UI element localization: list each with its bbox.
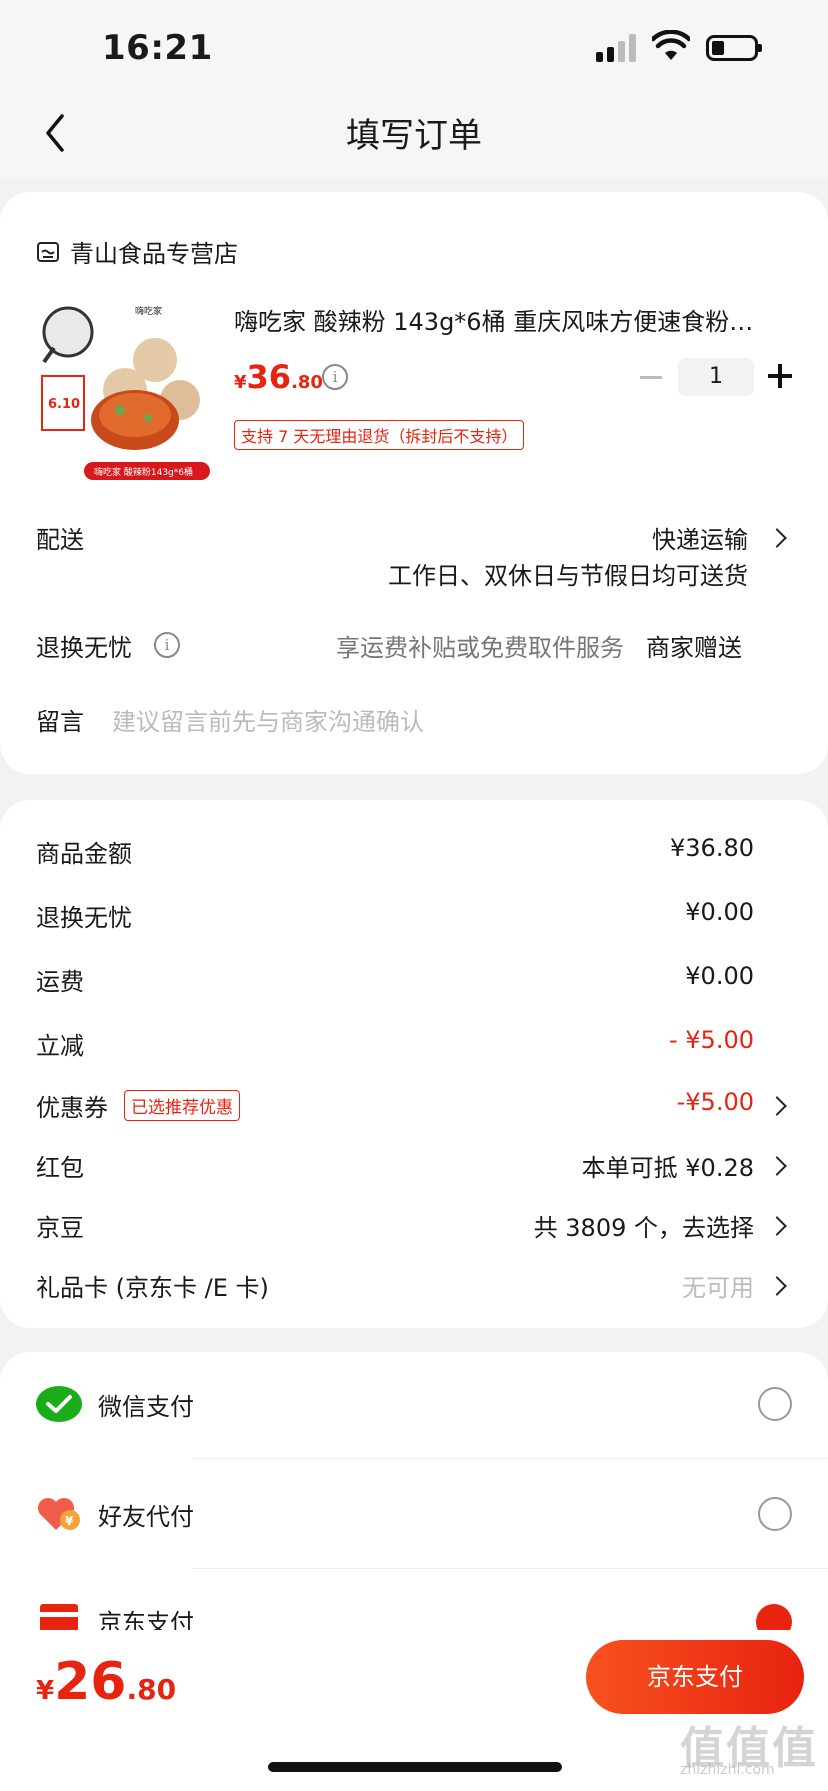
product-image[interactable]: 6.10 嗨吃家 嗨吃家 酸辣粉143g*6桶 (40, 300, 216, 482)
battery-icon (706, 35, 762, 61)
friend-pay-label: 好友代付 (98, 1502, 194, 1531)
store-name: 青山食品专营店 (70, 240, 238, 268)
worry-free-value: 商家赠送 (646, 634, 742, 662)
store-icon (37, 241, 59, 262)
cellular-signal-icon (596, 34, 638, 62)
product-title[interactable]: 嗨吃家 酸辣粉 143g*6桶 重庆风味方便速食粉… (234, 302, 790, 337)
coupon-tag: 已选推荐优惠 (124, 1090, 240, 1121)
shipping-label: 运费 (36, 968, 84, 996)
return-policy-tag: 支持 7 天无理由退货（拆封后不支持） (234, 420, 525, 450)
red-packet-label: 红包 (36, 1154, 84, 1182)
instant-discount-label: 立减 (36, 1032, 84, 1060)
status-time: 16:21 (102, 28, 213, 68)
coupon-label: 优惠券 (36, 1094, 108, 1122)
gift-card-value[interactable]: 无可用 (682, 1268, 754, 1303)
price-info-icon[interactable]: i (322, 364, 348, 390)
total-price: ¥26.80 (36, 1652, 177, 1712)
payment-option-wechat[interactable]: 微信支付 (36, 1384, 194, 1424)
coupon-value[interactable]: -¥5.00 (677, 1088, 754, 1116)
svg-text:¥: ¥ (65, 1514, 74, 1528)
delivery-note: 工作日、双休日与节假日均可送货 (388, 562, 748, 590)
jd-bean-value[interactable]: 共 3809 个，去选择 (534, 1208, 754, 1243)
quantity-minus-button[interactable] (640, 376, 662, 379)
delivery-label: 配送 (36, 526, 84, 554)
jd-bean-label: 京豆 (36, 1214, 84, 1242)
message-input[interactable]: 建议留言前先与商家沟通确认 (112, 702, 424, 737)
worry-free-fee-value: ¥0.00 (685, 898, 754, 926)
red-packet-value[interactable]: 本单可抵 ¥0.28 (582, 1148, 754, 1183)
message-label: 留言 (36, 708, 84, 736)
home-indicator[interactable] (268, 1762, 562, 1772)
order-info-card (0, 192, 828, 774)
worry-free-desc: 享运费补贴或免费取件服务 (336, 634, 624, 662)
goods-amount-label: 商品金额 (36, 840, 132, 868)
goods-amount-value: ¥36.80 (670, 834, 754, 862)
friend-pay-radio[interactable] (758, 1497, 792, 1531)
worry-free-info-icon[interactable]: i (154, 632, 180, 658)
instant-discount-value: - ¥5.00 (669, 1026, 754, 1054)
payment-option-friend[interactable]: ¥ 好友代付 (36, 1494, 194, 1534)
payment-divider (192, 1458, 828, 1459)
image-badge-price: 6.10 (48, 397, 80, 412)
store-header[interactable]: 青山食品专营店 (36, 234, 238, 269)
wifi-icon (652, 30, 690, 60)
friend-pay-icon: ¥ (38, 1498, 80, 1530)
wechat-pay-label: 微信支付 (98, 1392, 194, 1421)
wechat-pay-icon (36, 1386, 82, 1422)
price-summary-card (0, 800, 828, 1328)
quantity-input[interactable]: 1 (678, 358, 754, 396)
shipping-value: ¥0.00 (685, 962, 754, 990)
product-price: ¥36.80 (234, 358, 323, 396)
page-title: 填写订单 (346, 116, 482, 156)
delivery-method[interactable]: 快递运输 (652, 520, 748, 555)
gift-card-label: 礼品卡 (京东卡 /E 卡) (36, 1274, 269, 1302)
worry-free-fee-label: 退换无忧 (36, 904, 132, 932)
pay-button[interactable]: 京东支付 (586, 1640, 804, 1714)
quantity-plus-button[interactable] (768, 364, 792, 388)
wechat-pay-radio[interactable] (758, 1387, 792, 1421)
worry-free-label: 退换无忧 (36, 634, 132, 662)
watermark-url: zhizhizhi.com (680, 1762, 775, 1778)
image-brand: 嗨吃家 (135, 305, 162, 317)
payment-divider (192, 1568, 828, 1569)
image-caption: 嗨吃家 酸辣粉143g*6桶 (94, 466, 193, 478)
